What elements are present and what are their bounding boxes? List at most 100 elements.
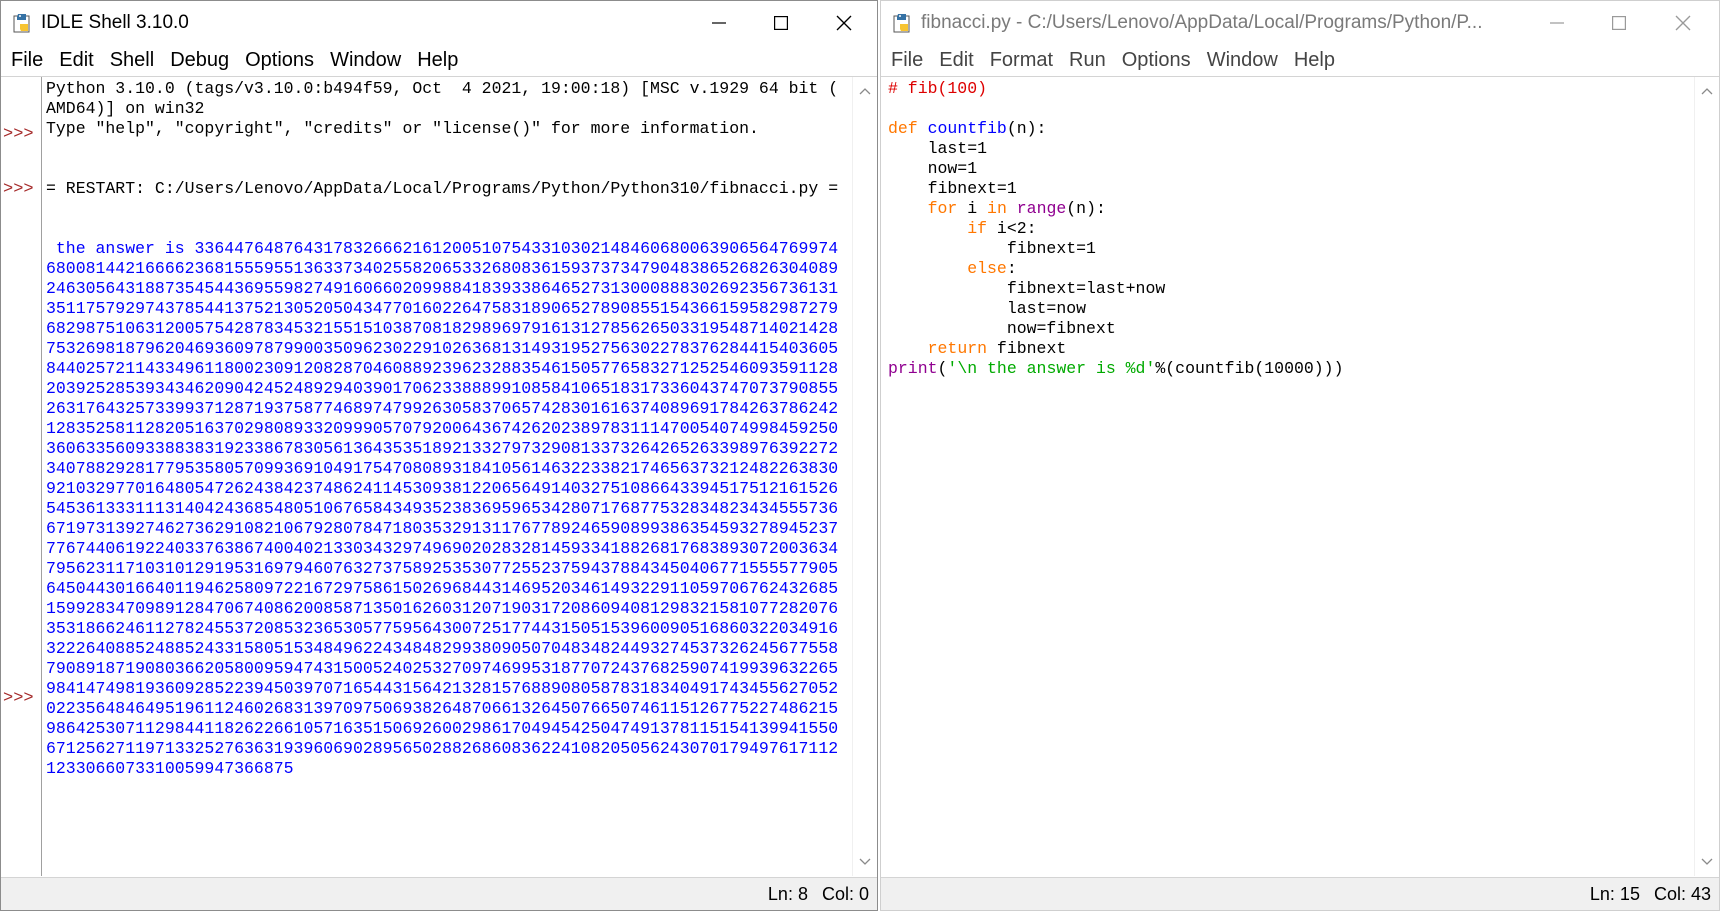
shell-prompt: >>> (3, 180, 34, 199)
menu-help[interactable]: Help (1286, 45, 1343, 75)
range-args: (n): (1066, 199, 1106, 218)
code-line: for i in range(n): (888, 199, 1688, 219)
scroll-down-icon[interactable] (859, 858, 871, 866)
keyword-for: for (927, 199, 958, 218)
code-line: if i<2: (888, 219, 1688, 239)
answer-output: the answer is 33644764876431783266621612… (46, 239, 846, 779)
column-indicator: Col: 0 (821, 883, 869, 904)
code-editor[interactable]: # fib(100) def countfib(n): last=1 now=1… (888, 79, 1688, 879)
python-file-icon (893, 14, 910, 33)
code-comment: # fib(100) (888, 79, 988, 98)
maximize-button[interactable] (1589, 1, 1649, 45)
close-button[interactable] (814, 1, 874, 45)
editor-window: fibnacci.py - C:/Users/Lenovo/AppData/Lo… (880, 0, 1720, 911)
code-line: last=1 (888, 139, 988, 158)
keyword-in: in (987, 199, 1007, 218)
menu-run[interactable]: Run (1061, 45, 1114, 75)
editor-menu-divider (881, 76, 1719, 77)
shell-statusbar: Ln: 8 Col: 0 (1, 877, 877, 910)
menu-debug[interactable]: Debug (162, 45, 237, 75)
keyword-if: if (967, 219, 988, 238)
editor-titlebar[interactable]: fibnacci.py - C:/Users/Lenovo/AppData/Lo… (881, 1, 1719, 45)
keyword-else: else (967, 259, 1007, 278)
banner-line: AMD64)] on win32 (46, 99, 205, 118)
editor-menubar: File Edit Format Run Options Window Help (881, 45, 1719, 75)
function-name: countfib (927, 119, 1007, 138)
column-indicator: Col: 43 (1653, 883, 1711, 904)
menu-window[interactable]: Window (1199, 45, 1286, 75)
menu-edit[interactable]: Edit (51, 45, 101, 75)
editor-vertical-scrollbar[interactable] (1694, 77, 1719, 876)
builtin-print: print (888, 359, 938, 378)
banner-line: Type "help", "copyright", "credits" or "… (46, 119, 759, 138)
minimize-button[interactable] (689, 1, 749, 45)
function-args: (n): (1006, 119, 1047, 138)
builtin-range: range (1016, 199, 1067, 218)
shell-vertical-scrollbar[interactable] (852, 77, 877, 876)
shell-prompt: >>> (3, 689, 34, 708)
code-line: return fibnext (888, 339, 1688, 359)
code-line: print('\n the answer is %d'%(countfib(10… (888, 359, 1688, 379)
shell-title: IDLE Shell 3.10.0 (41, 12, 189, 33)
shell-menu-divider (1, 76, 877, 77)
shell-titlebar[interactable]: IDLE Shell 3.10.0 (1, 1, 877, 45)
code-line: fibnext=1 (888, 179, 1017, 198)
loop-var: i (957, 199, 988, 218)
shell-menubar: File Edit Shell Debug Options Window Hel… (1, 45, 877, 75)
answer-number-tail: 75 (273, 759, 294, 778)
code-line: last=now (888, 299, 1087, 318)
menu-options[interactable]: Options (1114, 45, 1199, 75)
minimize-icon (1550, 22, 1564, 24)
code-line: fibnext=1 (888, 239, 1096, 258)
keyword-return: return (927, 339, 988, 358)
menu-file[interactable]: File (3, 45, 51, 75)
python-app-icon (13, 14, 30, 33)
print-args: %(countfib(10000))) (1155, 359, 1344, 378)
maximize-icon (1612, 16, 1626, 30)
menu-options[interactable]: Options (237, 45, 322, 75)
print-open: ( (937, 359, 948, 378)
keyword-def: def (888, 119, 918, 138)
menu-format[interactable]: Format (982, 45, 1061, 75)
code-line: fibnext=last+now (888, 279, 1166, 298)
else-colon: : (1006, 259, 1017, 278)
if-condition: i<2: (987, 219, 1037, 238)
scroll-up-icon[interactable] (859, 87, 871, 95)
shell-prompt: >>> (3, 125, 34, 144)
scroll-up-icon[interactable] (1701, 87, 1713, 95)
string-literal: '\n the answer is %d' (947, 359, 1156, 378)
menu-window[interactable]: Window (322, 45, 409, 75)
code-line: def countfib(n): (888, 119, 1688, 139)
banner-line: Python 3.10.0 (tags/v3.10.0:b494f59, Oct… (46, 79, 839, 98)
scroll-down-icon[interactable] (1701, 858, 1713, 866)
close-icon (836, 15, 852, 31)
return-value: fibnext (987, 339, 1067, 358)
code-line: # fib(100) (888, 79, 1688, 99)
answer-label: the answer is (46, 239, 195, 258)
shell-output-area[interactable]: Python 3.10.0 (tags/v3.10.0:b494f59, Oct… (46, 79, 846, 779)
shell-prompt-gutter: >>> >>> >>> (1, 77, 42, 876)
close-button[interactable] (1653, 1, 1713, 45)
minimize-icon (712, 22, 726, 24)
idle-shell-window: IDLE Shell 3.10.0 File Edit Shell Debug … (0, 0, 878, 911)
menu-help[interactable]: Help (409, 45, 466, 75)
menu-shell[interactable]: Shell (102, 45, 162, 75)
maximize-button[interactable] (751, 1, 811, 45)
code-line: now=fibnext (888, 319, 1116, 338)
code-line: else: (888, 259, 1688, 279)
minimize-button[interactable] (1527, 1, 1587, 45)
line-indicator: Ln: 15 (1589, 883, 1640, 904)
maximize-icon (774, 16, 788, 30)
editor-title: fibnacci.py - C:/Users/Lenovo/AppData/Lo… (921, 12, 1483, 33)
menu-edit[interactable]: Edit (931, 45, 981, 75)
menu-file[interactable]: File (883, 45, 931, 75)
